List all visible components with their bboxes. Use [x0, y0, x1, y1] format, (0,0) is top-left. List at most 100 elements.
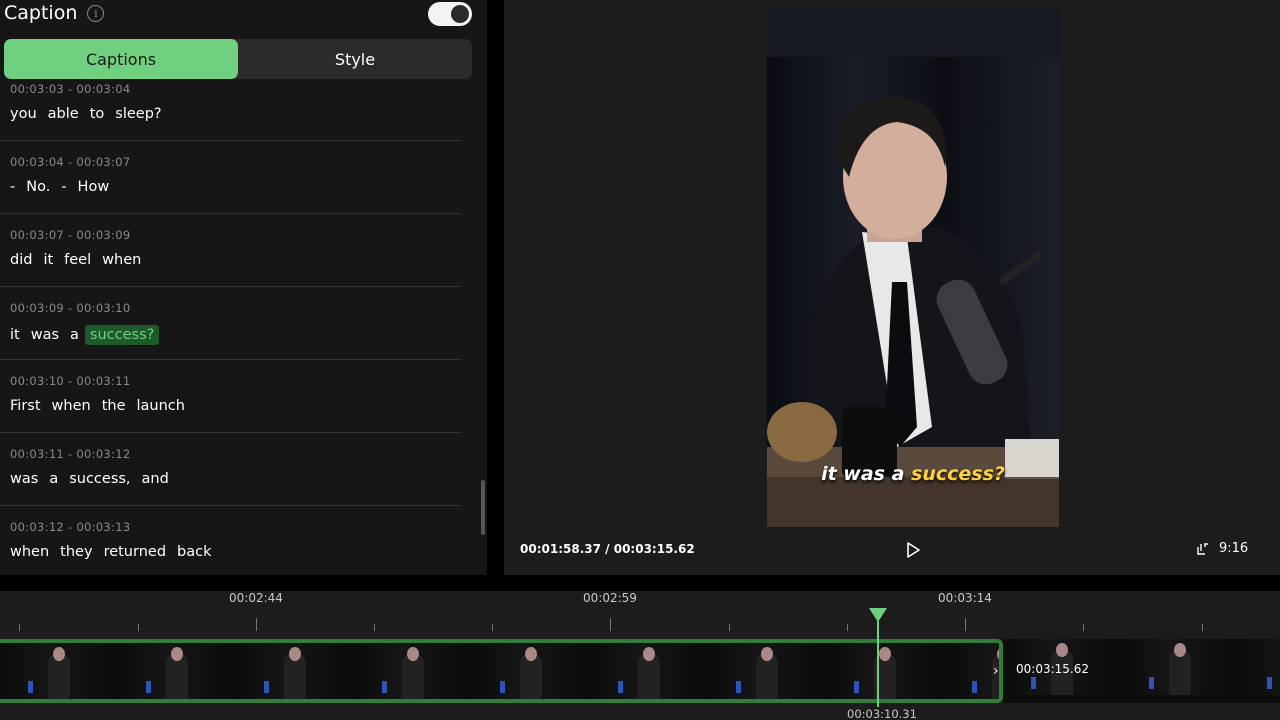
caption-list-scrollbar[interactable] [481, 480, 485, 535]
caption-text[interactable]: it was a success? [10, 325, 170, 345]
caption-word[interactable]: success, [69, 471, 130, 487]
caption-word[interactable]: - [10, 179, 15, 195]
caption-word-active[interactable]: success? [84, 325, 160, 345]
timeline-tick [610, 618, 611, 631]
thumbnail-bottle [736, 681, 741, 693]
aspect-ratio-label: 9:16 [1219, 541, 1249, 556]
tab-style[interactable]: Style [238, 39, 472, 79]
caption-word[interactable]: No. [26, 179, 50, 195]
thumbnail-bottle [1267, 677, 1272, 689]
caption-word[interactable]: a [49, 471, 58, 487]
thumbnail-bottle [1149, 677, 1154, 689]
thumbnail-bottle [264, 681, 269, 693]
video-frame-image [767, 7, 1059, 527]
timeline-tick [374, 624, 375, 631]
thumbnail-head [53, 647, 65, 661]
caption-word[interactable]: they [60, 544, 92, 560]
thumbnail-head [1174, 643, 1186, 657]
caption-item[interactable]: 00:03:12 - 00:03:13 when they returned back [0, 506, 461, 560]
thumbnail-bottle [500, 681, 505, 693]
clip-thumbnail [1121, 639, 1239, 695]
clip-end-handle-icon[interactable]: › [993, 663, 999, 679]
caption-item[interactable]: 00:03:09 - 00:03:10 it was a success? [0, 287, 461, 360]
caption-word[interactable]: did [10, 252, 32, 268]
caption-word[interactable]: when [52, 398, 91, 414]
thumbnail-bottle [972, 681, 977, 693]
caption-text[interactable]: did it feel when [10, 252, 152, 268]
timeline-tick [256, 618, 257, 631]
caption-toggle[interactable] [428, 2, 472, 26]
timeline-label: 00:02:59 [583, 591, 637, 605]
video-preview[interactable]: it was a success? [767, 7, 1059, 527]
caption-word[interactable]: launch [136, 398, 184, 414]
caption-word[interactable]: when [10, 544, 49, 560]
caption-time-range: 00:03:04 - 00:03:07 [10, 155, 131, 169]
resize-icon [1197, 542, 1208, 555]
clip-thumbnail [236, 643, 354, 699]
caption-time-range: 00:03:11 - 00:03:12 [10, 447, 131, 461]
caption-word[interactable]: returned [104, 544, 166, 560]
clip-thumbnail [0, 643, 118, 699]
caption-word[interactable]: How [78, 179, 110, 195]
caption-word[interactable]: and [142, 471, 169, 487]
caption-list: 00:03:03 - 00:03:04 you able to sleep? 00:03:… [0, 82, 478, 560]
thumbnail-head [171, 647, 183, 661]
thumbnail-head [289, 647, 301, 661]
playhead[interactable] [877, 621, 879, 707]
caption-item[interactable]: 00:03:07 - 00:03:09 did it feel when [0, 214, 461, 287]
preview-panel: it was a success? 00:01:58.37 / 00:03:15… [504, 0, 1280, 575]
caption-word[interactable]: back [177, 544, 211, 560]
caption-text[interactable]: was a success, and [10, 471, 180, 487]
play-icon[interactable] [904, 541, 922, 559]
info-icon[interactable]: i [87, 4, 105, 22]
subtitle-plain: it was a [821, 463, 905, 485]
caption-word[interactable]: sleep? [115, 106, 161, 122]
playhead-handle-icon[interactable] [869, 608, 887, 622]
caption-text[interactable]: when they returned back [10, 544, 223, 560]
caption-text[interactable]: you able to sleep? [10, 106, 173, 122]
caption-text[interactable]: - No. - How [10, 179, 120, 195]
timeline-label: 00:03:14 [938, 591, 992, 605]
tab-captions[interactable]: Captions [4, 39, 238, 79]
current-time: 00:01:58.37 [520, 542, 601, 556]
caption-word[interactable]: feel [64, 252, 91, 268]
clip-thumbnail [708, 643, 826, 699]
thumbnail-head [761, 647, 773, 661]
caption-word[interactable]: a [70, 327, 79, 343]
caption-text[interactable]: First when the launch [10, 398, 196, 414]
time-separator: / [605, 542, 610, 556]
caption-item[interactable]: 00:03:04 - 00:03:07- No. - How [0, 141, 461, 214]
toggle-knob [451, 5, 469, 23]
thumbnail-head [1056, 643, 1068, 657]
caption-time-range: 00:03:09 - 00:03:10 [10, 301, 131, 315]
thumbnail-head [525, 647, 537, 661]
caption-word[interactable]: the [102, 398, 126, 414]
caption-word[interactable]: was [31, 327, 59, 343]
caption-word[interactable]: you [10, 106, 37, 122]
caption-word[interactable]: - [61, 179, 66, 195]
caption-item[interactable]: 00:03:10 - 00:03:11 First when the launch [0, 360, 461, 433]
thumbnail-bottle [1031, 677, 1036, 689]
caption-time-range: 00:03:03 - 00:03:04 [10, 82, 131, 96]
aspect-ratio-button[interactable]: 9:16 [1197, 541, 1248, 556]
caption-word[interactable]: it [10, 327, 20, 343]
caption-word[interactable]: was [10, 471, 38, 487]
playhead-time: 00:03:10.31 [847, 707, 917, 720]
timeline-tick [729, 624, 730, 631]
timeline[interactable]: 00:02:44 00:02:59 00:03:14 › 00:03:15.62… [0, 591, 1280, 720]
clip-thumbnail [472, 643, 590, 699]
caption-time-range: 00:03:07 - 00:03:09 [10, 228, 131, 242]
thumbnail-bottle [28, 681, 33, 693]
caption-word[interactable]: to [90, 106, 105, 122]
caption-word[interactable]: First [10, 398, 41, 414]
video-clip[interactable] [0, 639, 1003, 703]
caption-word[interactable]: it [43, 252, 53, 268]
caption-word[interactable]: able [48, 106, 79, 122]
thumbnail-bottle [146, 681, 151, 693]
thumbnail-head [643, 647, 655, 661]
clip-thumbnail [1239, 639, 1280, 695]
clip-duration-label: 00:03:15.62 [1016, 662, 1089, 676]
caption-item[interactable]: 00:03:03 - 00:03:04 you able to sleep? [0, 82, 461, 141]
caption-word[interactable]: when [102, 252, 141, 268]
caption-item[interactable]: 00:03:11 - 00:03:12 was a success, and [0, 433, 461, 506]
